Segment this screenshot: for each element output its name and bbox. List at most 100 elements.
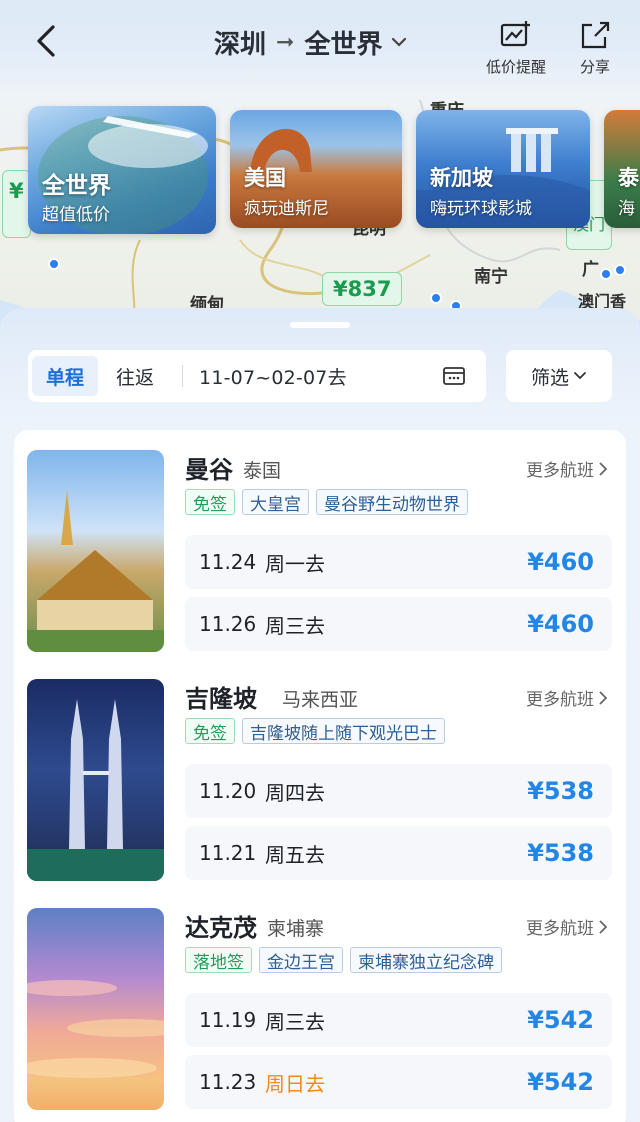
destination-card-usa[interactable]: 美国 疯玩迪斯尼 <box>230 110 402 228</box>
destination-photo <box>27 679 164 881</box>
flight-option[interactable]: 11.23 周日去 ¥542 <box>185 1055 612 1109</box>
tab-one-way[interactable]: 单程 <box>32 356 99 396</box>
price-alert-button[interactable]: 低价提醒 <box>486 20 546 77</box>
attraction-tag: 曼谷野生动物世界 <box>316 489 468 515</box>
filter-button[interactable]: 筛选 <box>506 350 612 402</box>
map-city-dot[interactable] <box>48 258 60 270</box>
destination-subtitle: 海 <box>618 199 635 219</box>
chevron-down-icon <box>574 372 586 380</box>
more-flights-label: 更多航班 <box>526 461 594 481</box>
temple-image <box>27 490 164 652</box>
tag-list: 免签 大皇宫 曼谷野生动物世界 <box>185 489 468 515</box>
destination-city: 达克茂 <box>185 914 257 942</box>
flight-weekday: 周五去 <box>265 842 325 867</box>
chevron-right-icon <box>599 919 608 934</box>
flight-price: ¥542 <box>527 1068 594 1096</box>
sheet-drag-handle[interactable] <box>290 322 350 328</box>
divider <box>182 365 184 387</box>
sunset-sky-image <box>27 980 164 1078</box>
flight-price: ¥538 <box>527 777 594 805</box>
flight-date: 11.21 <box>199 841 257 865</box>
flight-weekday: 周三去 <box>265 613 325 638</box>
more-flights-link[interactable]: 更多航班 <box>526 914 608 939</box>
flight-option[interactable]: 11.24 周一去 ¥460 <box>185 535 612 589</box>
flight-price: ¥538 <box>527 839 594 867</box>
flight-price: ¥542 <box>527 1006 594 1034</box>
destination-carousel[interactable]: 全世界 超值低价 美国 疯玩迪斯尼 新加坡 嗨玩环球影城 泰 海 <box>0 100 640 240</box>
flight-option[interactable]: 11.20 周四去 ¥538 <box>185 764 612 818</box>
destination-title: 全世界 <box>42 173 111 199</box>
destination-card-thailand[interactable]: 泰 海 <box>604 110 640 228</box>
chevron-right-icon <box>599 690 608 705</box>
calendar-icon[interactable] <box>442 365 466 387</box>
destination-city: 全世界 <box>304 29 383 60</box>
destination-title: 新加坡 <box>430 166 493 190</box>
map-city-dot[interactable] <box>600 268 612 280</box>
map-label-guangzhou: 广 <box>582 260 599 280</box>
list-item[interactable]: 达克茂 柬埔寨 更多航班 落地签 金边王宫 柬埔寨独立纪念碑 11.19 周三去… <box>14 888 626 1110</box>
chevron-left-icon <box>37 25 55 57</box>
destination-result-list: 曼谷 泰国 更多航班 免签 大皇宫 曼谷野生动物世界 11.24 周一去 ¥46… <box>14 430 626 1122</box>
destination-subtitle: 嗨玩环球影城 <box>430 199 532 219</box>
flight-date: 11.19 <box>199 1008 257 1032</box>
destination-country: 泰国 <box>243 460 282 482</box>
map-city-dot[interactable] <box>614 264 626 276</box>
visa-tag: 免签 <box>185 489 235 515</box>
tag-list: 免签 吉隆坡随上随下观光巴士 <box>185 718 445 744</box>
more-flights-link[interactable]: 更多航班 <box>526 685 608 710</box>
share-button[interactable]: 分享 <box>578 20 612 77</box>
visa-tag: 免签 <box>185 718 235 744</box>
flight-date: 11.23 <box>199 1070 257 1094</box>
top-bar: 深圳 ➞ 全世界 低价提醒 分享 <box>0 0 640 90</box>
destination-subtitle: 超值低价 <box>42 205 110 225</box>
more-flights-link[interactable]: 更多航班 <box>526 456 608 481</box>
destination-photo <box>27 908 164 1110</box>
route-arrow-icon: ➞ <box>276 29 295 55</box>
tag-list: 落地签 金边王宫 柬埔寨独立纪念碑 <box>185 947 502 973</box>
flight-weekday: 周三去 <box>265 1009 325 1034</box>
share-label: 分享 <box>579 58 610 76</box>
attraction-tag: 柬埔寨独立纪念碑 <box>350 947 502 973</box>
filter-label: 筛选 <box>530 366 569 389</box>
destination-subtitle: 疯玩迪斯尼 <box>244 199 329 219</box>
flight-price: ¥460 <box>527 548 594 576</box>
origin-city: 深圳 <box>214 29 267 60</box>
attraction-tag: 金边王宫 <box>259 947 343 973</box>
price-alert-label: 低价提醒 <box>486 58 547 76</box>
price-alert-icon <box>500 21 530 47</box>
map-price-marker[interactable]: ¥837 <box>322 272 403 306</box>
flight-date: 11.24 <box>199 550 257 574</box>
attraction-tag: 吉隆坡随上随下观光巴士 <box>242 718 445 744</box>
tab-round-trip[interactable]: 往返 <box>102 356 168 396</box>
flight-option[interactable]: 11.21 周五去 ¥538 <box>185 826 612 880</box>
flight-price: ¥460 <box>527 610 594 638</box>
destination-city: 曼谷 <box>185 456 233 484</box>
flight-weekday: 周四去 <box>265 780 325 805</box>
flight-date: 11.20 <box>199 779 257 803</box>
chevron-right-icon <box>599 461 608 476</box>
list-item[interactable]: 曼谷 泰国 更多航班 免签 大皇宫 曼谷野生动物世界 11.24 周一去 ¥46… <box>14 430 626 652</box>
chevron-down-icon <box>392 37 407 47</box>
towers-image <box>27 699 164 881</box>
more-flights-label: 更多航班 <box>526 919 594 939</box>
flight-weekday: 周日去 <box>265 1071 325 1096</box>
attraction-tag: 大皇宫 <box>242 489 309 515</box>
destination-city: 吉隆坡 <box>185 685 257 713</box>
flight-option[interactable]: 11.19 周三去 ¥542 <box>185 993 612 1047</box>
destination-card-world[interactable]: 全世界 超值低价 <box>28 106 216 234</box>
destination-title: 泰 <box>618 166 639 190</box>
flight-option[interactable]: 11.26 周三去 ¥460 <box>185 597 612 651</box>
date-range-selector[interactable]: 11-07~02-07去 <box>199 363 347 390</box>
route-selector[interactable]: 深圳 ➞ 全世界 <box>214 22 408 62</box>
destination-photo <box>27 450 164 652</box>
flight-weekday: 周一去 <box>265 551 325 576</box>
more-flights-label: 更多航班 <box>526 690 594 710</box>
results-sheet: 单程 往返 11-07~02-07去 筛选 曼谷 泰国 更多航班 免签 大皇宫 … <box>0 308 640 1122</box>
destination-card-singapore[interactable]: 新加坡 嗨玩环球影城 <box>416 110 590 228</box>
destination-title: 美国 <box>244 166 286 190</box>
map-city-dot[interactable] <box>430 292 442 304</box>
back-button[interactable] <box>28 22 64 60</box>
share-icon <box>581 21 610 49</box>
list-item[interactable]: 吉隆坡 马来西亚 更多航班 免签 吉隆坡随上随下观光巴士 11.20 周四去 ¥… <box>14 659 626 881</box>
trip-filter-bar: 单程 往返 11-07~02-07去 <box>28 350 486 402</box>
